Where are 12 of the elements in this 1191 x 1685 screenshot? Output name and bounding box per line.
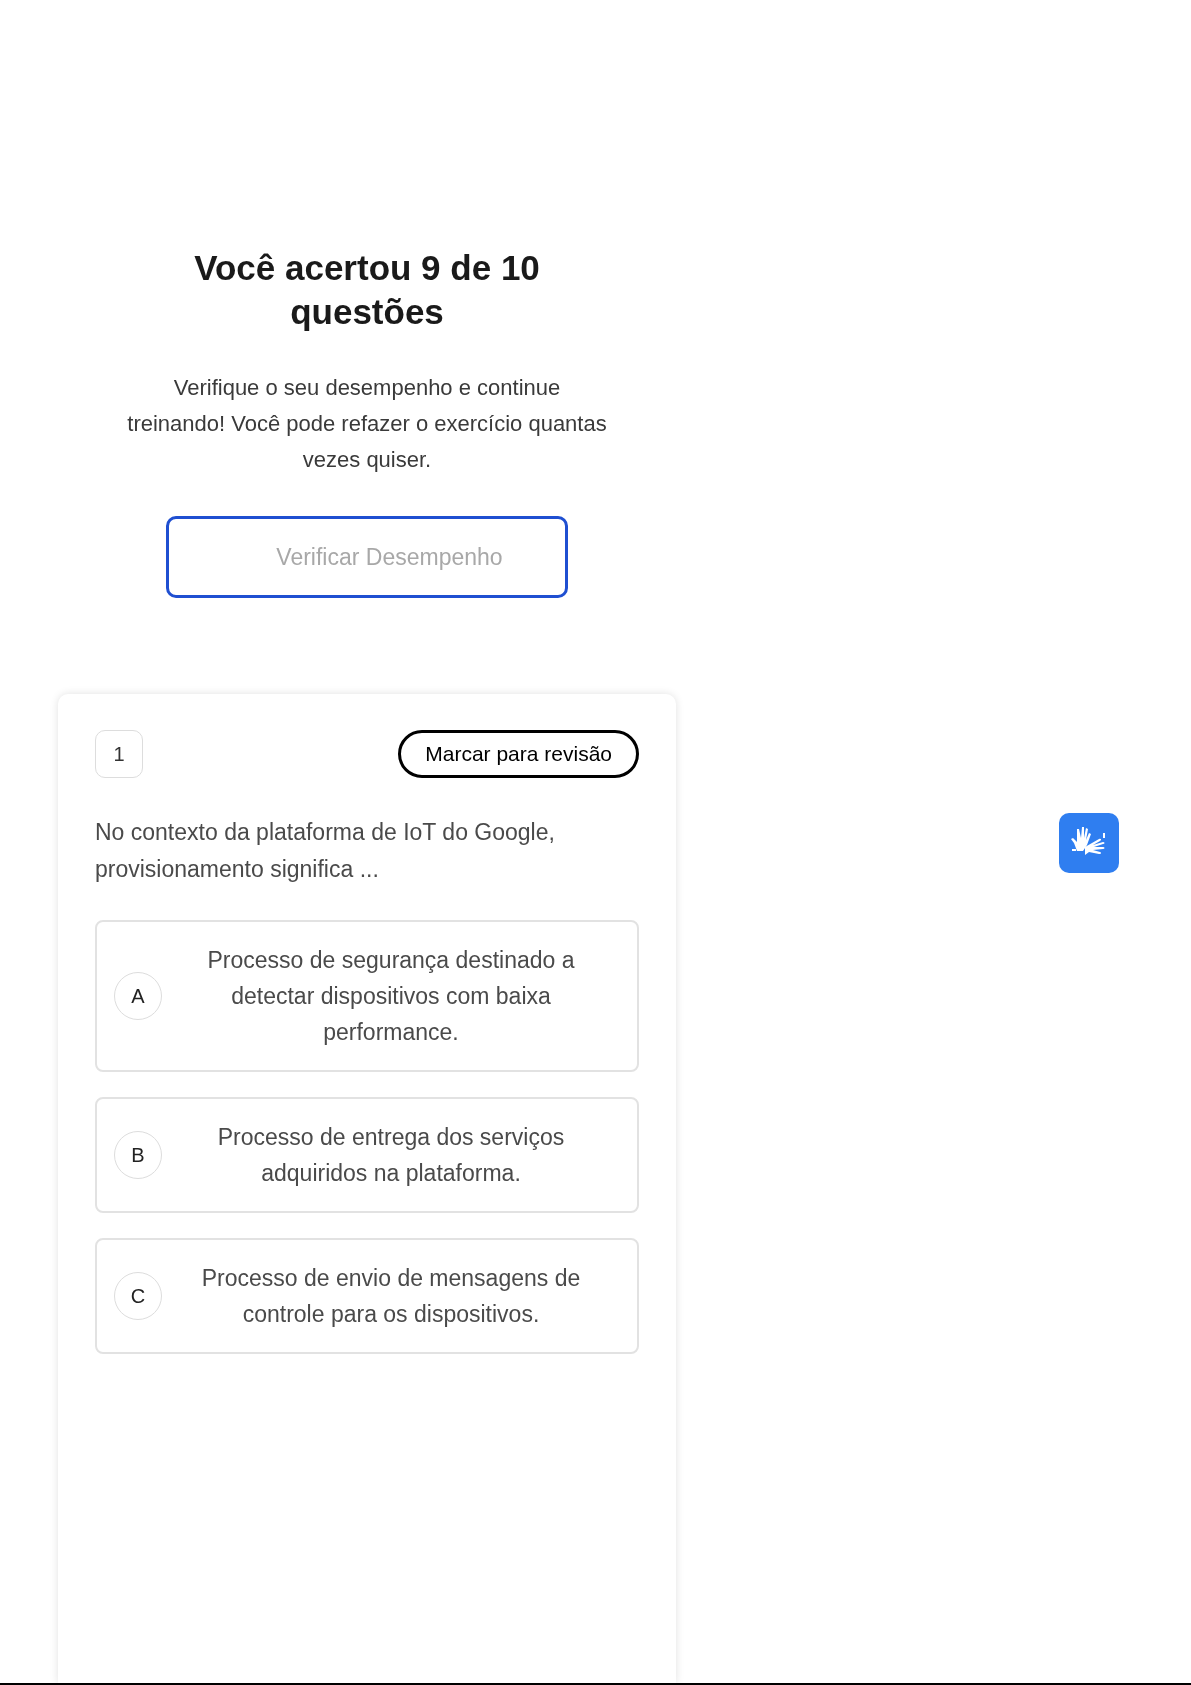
result-title: Você acertou 9 de 10 questões — [193, 247, 541, 333]
answer-option[interactable]: B Processo de entrega dos serviços adquiridos na plataforma. — [95, 1097, 639, 1213]
question-text: No contexto da plataforma de IoT do Google, provisionamento significa ... — [95, 818, 556, 884]
option-text: Processo de segurança destinado a detectar dispositivos com baixa performance. — [206, 946, 576, 1047]
mark-for-review-button[interactable]: Marcar para revisão — [398, 730, 639, 778]
question-number: 1 — [95, 730, 143, 778]
sign-language-icon[interactable] — [1059, 813, 1119, 873]
option-text: Processo de entrega dos serviços adquiridos na plataforma. — [216, 1123, 566, 1188]
answer-option[interactable]: A Processo de segurança destinado a detectar dispositivos com baixa performance. — [95, 920, 639, 1072]
answer-option[interactable]: C Processo de envio de mensagens de controle para os dispositivos. — [95, 1238, 639, 1354]
option-text: Processo de envio de mensagens de controle para os dispositivos. — [200, 1264, 582, 1329]
result-message: Verifique o seu desempenho e continue treinando! Você pode refazer o exercício quantas vezes quiser. — [127, 374, 607, 474]
